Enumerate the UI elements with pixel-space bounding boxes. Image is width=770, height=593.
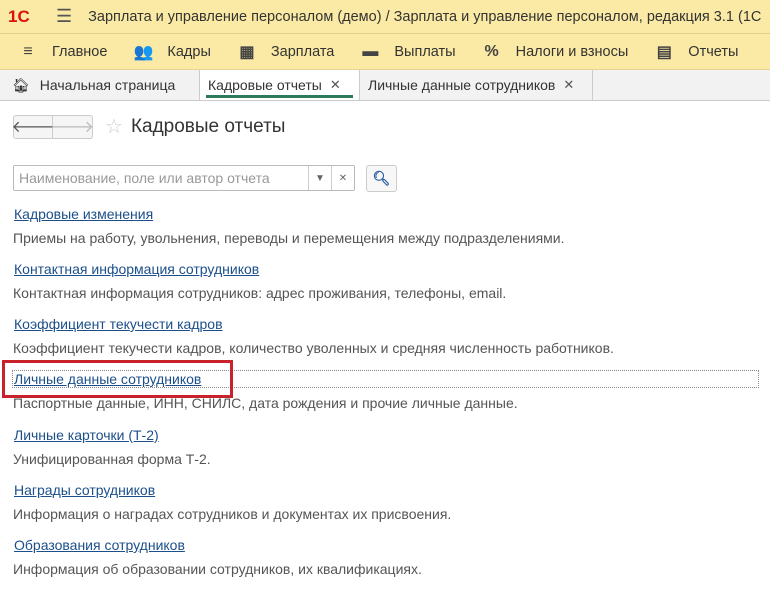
title-bar: 1С ☰ Зарплата и управление персоналом (д… <box>0 0 770 34</box>
report-link[interactable]: Кадровые изменения <box>13 206 154 222</box>
main-menu-icon[interactable]: ☰ <box>56 6 72 27</box>
report-description: Контактная информация сотрудников: адрес… <box>13 285 507 301</box>
search-field[interactable]: Наименование, поле или автор отчета ▼ ✕ <box>13 165 355 191</box>
nav-reports[interactable]: ▤ Отчеты <box>654 42 739 62</box>
1c-logo: 1С <box>8 6 30 26</box>
list-item: Личные карточки (Т-2) Унифицированная фор… <box>13 426 758 481</box>
nav-label: Кадры <box>167 43 211 60</box>
report-description: Информация о наградах сотрудников и доку… <box>13 506 452 522</box>
list-item: Награды сотрудников Информация о наградах… <box>13 481 758 536</box>
nav-label: Главное <box>52 43 108 60</box>
list-item: Кадровые изменения Приемы на работу, увол… <box>13 205 758 260</box>
report-link[interactable]: Награды сотрудников <box>13 482 156 498</box>
report-description: Приемы на работу, увольнения, переводы и… <box>13 230 565 246</box>
nav-payments[interactable]: ▬ Выплаты <box>360 43 455 61</box>
reports-icon: ▤ <box>656 43 672 61</box>
nav-label: Выплаты <box>394 43 456 60</box>
page-title: Кадровые отчеты <box>130 115 286 137</box>
home-icon: 🏠︎ <box>12 76 30 93</box>
report-link[interactable]: Личные карточки (Т-2) <box>13 427 160 443</box>
calculator-icon: ▦ <box>239 43 255 61</box>
search-icon: 🔍︎ <box>372 170 391 186</box>
close-icon[interactable]: ✕ <box>563 77 574 93</box>
percent-icon: % <box>484 42 499 60</box>
highlight-box <box>2 360 233 398</box>
tab-hr-reports[interactable]: Кадровые отчеты ✕ <box>200 70 360 100</box>
report-link[interactable]: Образования сотрудников <box>13 537 186 553</box>
tab-label: Личные данные сотрудников <box>368 77 556 93</box>
nav-hr[interactable]: 👥 Кадры <box>133 42 210 62</box>
report-link[interactable]: Контактная информация сотрудников <box>13 261 260 277</box>
nav-salary[interactable]: ▦ Зарплата <box>237 42 335 62</box>
tab-bar: 🏠︎ Начальная страница Кадровые отчеты ✕ Ли… <box>0 70 770 101</box>
tab-home[interactable]: 🏠︎ Начальная страница <box>0 70 200 100</box>
search-input[interactable]: Наименование, поле или автор отчета <box>14 166 308 190</box>
nav-main[interactable]: ≡ Главное <box>18 43 107 61</box>
nav-label: Зарплата <box>270 43 335 60</box>
people-icon: 👥 <box>133 43 154 61</box>
report-description: Унифицированная форма Т-2. <box>13 451 211 467</box>
clear-icon[interactable]: ✕ <box>331 166 354 190</box>
page-header: 🡐 🡒 ☆ Кадровые отчеты <box>12 114 286 139</box>
forward-button[interactable]: 🡒 <box>51 114 94 139</box>
report-link[interactable]: Коэффициент текучести кадров <box>13 316 224 332</box>
list-item: Образования сотрудников Информация об обр… <box>13 536 758 591</box>
nav-label: Отчеты <box>688 43 739 60</box>
reports-list: Кадровые изменения Приемы на работу, увол… <box>12 205 759 591</box>
report-description: Информация об образовании сотрудников, и… <box>13 561 422 577</box>
nav-label: Налоги и взносы <box>515 43 629 60</box>
favorite-star-icon[interactable]: ☆ <box>105 114 123 139</box>
menu-icon: ≡ <box>23 42 33 60</box>
tab-label: Начальная страница <box>39 77 176 93</box>
search-button[interactable]: 🔍︎ <box>366 165 397 192</box>
nav-taxes[interactable]: % Налоги и взносы <box>482 42 629 61</box>
list-item: Контактная информация сотрудников Контакт… <box>13 260 758 315</box>
dropdown-icon[interactable]: ▼ <box>308 166 331 190</box>
report-description: Коэффициент текучести кадров, количество… <box>13 340 614 356</box>
tab-personal-data[interactable]: Личные данные сотрудников ✕ <box>360 70 593 100</box>
app-title: Зарплата и управление персоналом (демо) … <box>88 8 762 25</box>
wallet-icon: ▬ <box>362 42 379 60</box>
back-button[interactable]: 🡐 <box>12 114 54 139</box>
sections-bar: ≡ Главное 👥 Кадры ▦ Зарплата ▬ Выплаты % Нало… <box>0 34 770 70</box>
close-icon[interactable]: ✕ <box>330 77 341 93</box>
tab-label: Кадровые отчеты <box>208 77 322 93</box>
